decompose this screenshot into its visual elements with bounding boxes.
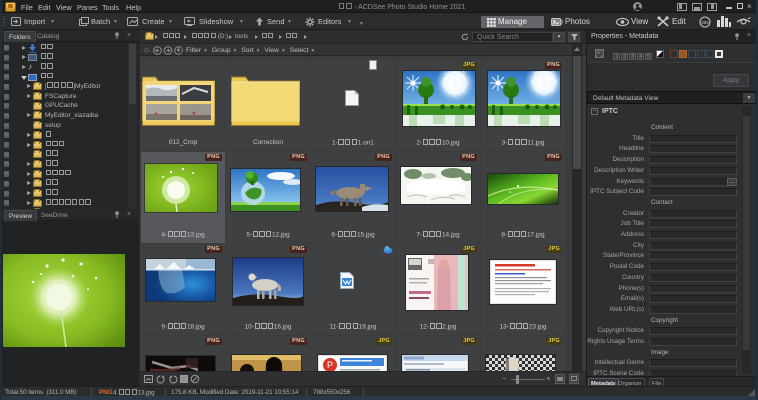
svg-text:365: 365: [701, 20, 709, 25]
svg-text:P: P: [327, 360, 333, 370]
